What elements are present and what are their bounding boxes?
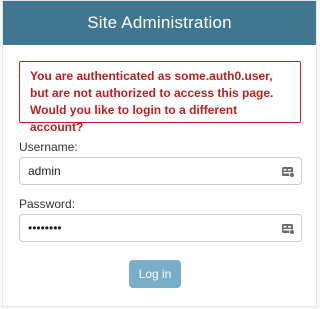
password-field[interactable] bbox=[19, 214, 302, 242]
password-input[interactable] bbox=[20, 215, 281, 241]
site-title: Site Administration bbox=[87, 13, 232, 32]
login-button[interactable]: Log in bbox=[129, 260, 181, 288]
username-label: Username: bbox=[19, 140, 78, 154]
site-header: Site Administration bbox=[3, 1, 316, 45]
password-label: Password: bbox=[19, 197, 76, 211]
error-message: You are authenticated as some.auth0.user… bbox=[19, 61, 301, 134]
password-manager-icon[interactable] bbox=[281, 221, 295, 235]
password-manager-icon[interactable] bbox=[281, 164, 295, 178]
username-field[interactable] bbox=[19, 157, 302, 185]
username-input[interactable] bbox=[20, 158, 281, 184]
login-card: Site Administration You are authenticate… bbox=[2, 0, 317, 307]
